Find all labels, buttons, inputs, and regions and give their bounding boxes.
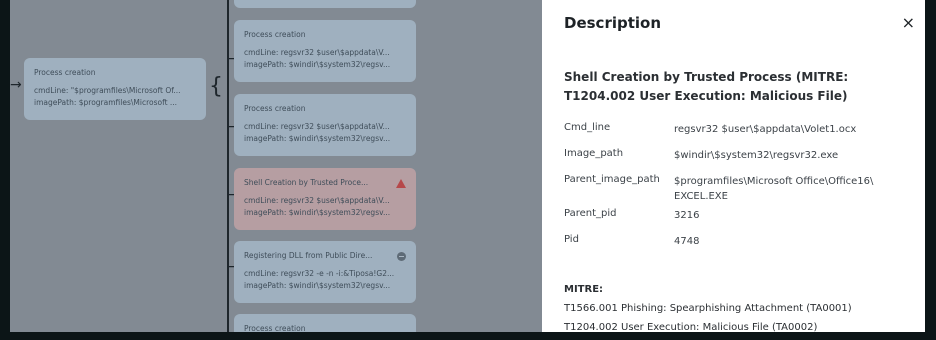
field-value: $programfiles\Microsoft Office\Office16\…	[674, 176, 874, 202]
field-row: Parent_image_path $programfiles\Microsof…	[564, 174, 919, 208]
field-key: Image_path	[564, 148, 624, 159]
node-imagepath: imagePath: $programfiles\Microsoft ...	[34, 98, 178, 107]
field-value: $windir\$system32\regsvr32.exe	[674, 150, 839, 161]
arrow-icon: →	[10, 77, 22, 93]
graph-node-child[interactable]: Process creation	[234, 314, 416, 332]
mitre-item: T1566.001 Phishing: Spearphishing Attach…	[564, 303, 852, 314]
node-imagepath: imagePath: $windir\$system32\regsv...	[244, 281, 391, 290]
field-key: Parent_pid	[564, 208, 617, 219]
mitre-item: T1204.002 User Execution: Malicious File…	[564, 322, 818, 332]
process-graph: → Process creation cmdLine: "$programfil…	[10, 0, 542, 332]
brace-connector: {	[209, 74, 223, 99]
node-cmdline: cmdLine: regsvr32 -e -n -i:&Tiposa!G2...	[244, 269, 395, 278]
node-cmdline: cmdLine: regsvr32 $user\$appdata\V...	[244, 122, 390, 131]
field-value: 4748	[674, 236, 700, 247]
minus-circle-icon	[397, 251, 406, 261]
node-title: Registering DLL from Public Dire...	[244, 251, 373, 260]
event-title: Shell Creation by Trusted Process (MITRE…	[564, 70, 849, 103]
node-title: Shell Creation by Trusted Proce...	[244, 178, 369, 187]
field-value: 3216	[674, 210, 700, 221]
field-key: Parent_image_path	[564, 174, 660, 185]
node-title: Process creation	[244, 104, 306, 113]
field-key: Cmd_line	[564, 122, 611, 133]
description-panel: Description × Shell Creation by Trusted …	[542, 0, 925, 332]
app-frame: → Process creation cmdLine: "$programfil…	[10, 0, 925, 332]
mitre-heading: MITRE:	[564, 284, 604, 295]
node-cmdline: cmdLine: regsvr32 $user\$appdata\V...	[244, 48, 390, 57]
panel-header: Description	[564, 14, 662, 32]
node-title: Process creation	[34, 68, 96, 77]
field-key: Pid	[564, 234, 579, 245]
field-row: Image_path $windir\$system32\regsvr32.ex…	[564, 148, 919, 174]
graph-node-child[interactable]: Process creation cmdLine: regsvr32 $user…	[234, 94, 416, 156]
node-cmdline: cmdLine: regsvr32 $user\$appdata\V...	[244, 196, 390, 205]
field-row: Pid 4748	[564, 234, 919, 254]
node-imagepath: imagePath: $windir\$system32\regsv...	[244, 208, 391, 217]
graph-node-partial[interactable]	[234, 0, 416, 8]
close-icon[interactable]: ×	[902, 13, 915, 32]
event-fields: Cmd_line regsvr32 $user\$appdata\Volet1.…	[564, 122, 919, 254]
field-row: Cmd_line regsvr32 $user\$appdata\Volet1.…	[564, 122, 919, 148]
graph-node-child[interactable]: Registering DLL from Public Dire... cmdL…	[234, 241, 416, 303]
node-imagepath: imagePath: $windir\$system32\regsv...	[244, 134, 391, 143]
connector-line	[227, 0, 229, 332]
node-cmdline: cmdLine: "$programfiles\Microsoft Of...	[34, 86, 181, 95]
graph-node-child[interactable]: Process creation cmdLine: regsvr32 $user…	[234, 20, 416, 82]
node-title: Process creation	[244, 30, 306, 39]
field-row: Parent_pid 3216	[564, 208, 919, 228]
node-title: Process creation	[244, 324, 306, 332]
warning-icon	[396, 178, 406, 188]
node-imagepath: imagePath: $windir\$system32\regsv...	[244, 60, 391, 69]
graph-node-root[interactable]: Process creation cmdLine: "$programfiles…	[24, 58, 206, 120]
mitre-section: MITRE: T1566.001 Phishing: Spearphishing…	[564, 280, 919, 332]
graph-node-child-warning[interactable]: Shell Creation by Trusted Proce... cmdLi…	[234, 168, 416, 230]
field-value: regsvr32 $user\$appdata\Volet1.ocx	[674, 124, 857, 135]
